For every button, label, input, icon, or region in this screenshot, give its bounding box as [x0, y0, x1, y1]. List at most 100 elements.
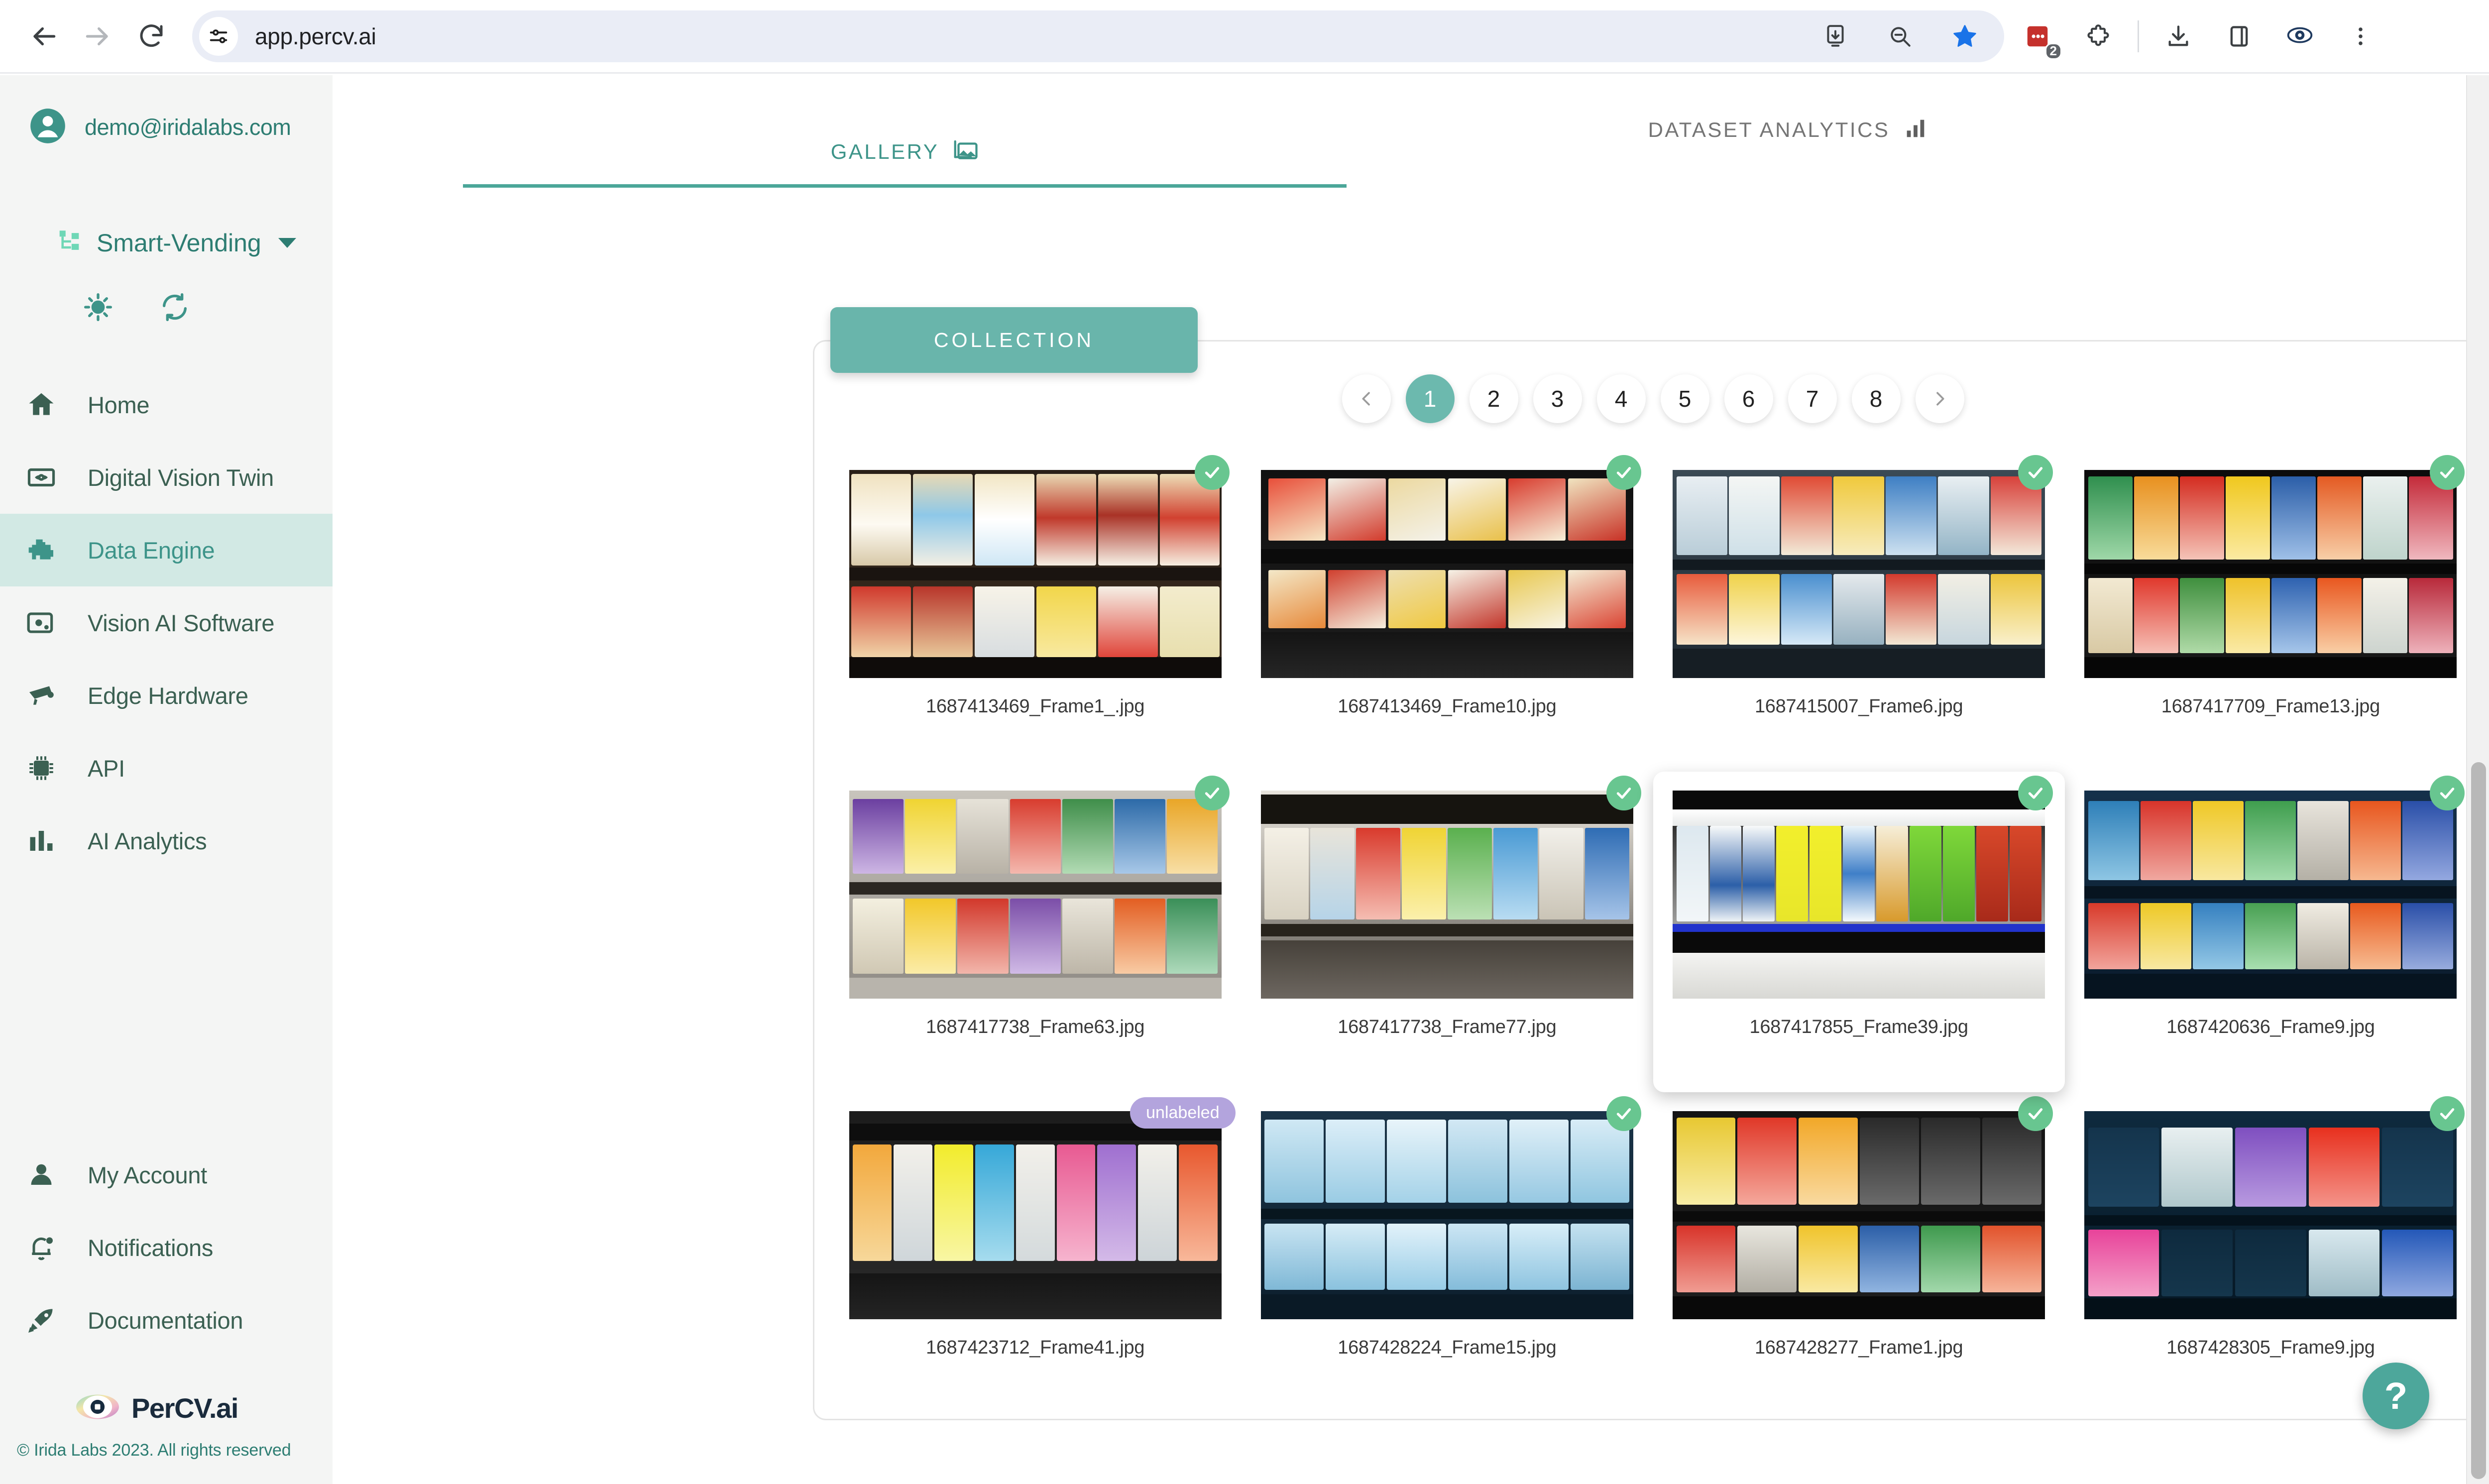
project-name: Smart-Vending [97, 228, 261, 257]
thumbnail-image[interactable] [849, 791, 1222, 999]
rocket-icon [23, 1302, 60, 1339]
thumbnail-image[interactable] [2084, 1111, 2457, 1319]
thumbnail-wrap[interactable] [1260, 776, 1641, 999]
install-app-icon[interactable] [1814, 15, 1857, 58]
thumbnail-image[interactable] [1260, 470, 1633, 678]
chevron-right-icon[interactable] [1915, 374, 1964, 423]
page-button-8[interactable]: 8 [1851, 374, 1901, 423]
scrollbar-thumb[interactable] [2471, 762, 2486, 1479]
gallery-item[interactable]: 1687428277_Frame1.jpg [1653, 1092, 2065, 1413]
page-scrollbar[interactable] [2466, 75, 2489, 1484]
thumbnail-wrap[interactable] [2084, 1096, 2465, 1319]
sidebar-item-my-account[interactable]: My Account [0, 1139, 333, 1211]
gallery-item[interactable]: 1687413469_Frame1_.jpg [829, 451, 1241, 772]
image-filename: 1687428305_Frame9.jpg [2166, 1337, 2375, 1358]
gallery-item[interactable]: unlabeled 1687423712_Frame41.jpg [829, 1092, 1241, 1413]
site-settings-icon[interactable] [199, 16, 238, 56]
browser-toolbar: app.percv.ai 2 [0, 0, 2489, 74]
tab-bar: GALLERY DATASET ANALYTICS [333, 75, 2489, 188]
thumbnail-wrap[interactable] [849, 455, 1230, 678]
gallery-item[interactable]: 1687417709_Frame13.jpg [2065, 451, 2477, 772]
thumbnail-image[interactable] [1673, 1111, 2045, 1319]
side-panel-icon[interactable] [2218, 15, 2261, 58]
thumbnail-wrap[interactable] [849, 776, 1230, 999]
page-button-1[interactable]: 1 [1405, 374, 1455, 423]
status-badge-labeled [2018, 1096, 2053, 1131]
status-badge-labeled [1606, 776, 1641, 810]
sidebar-item-label: My Account [88, 1161, 207, 1188]
irida-labs-extension-icon[interactable] [2278, 15, 2321, 58]
project-selector[interactable]: Smart-Vending [0, 227, 333, 258]
refresh-sync-icon[interactable] [159, 291, 191, 326]
gallery-item[interactable]: 1687428224_Frame15.jpg [1241, 1092, 1653, 1413]
forward-arrow-icon[interactable] [71, 9, 124, 63]
address-bar[interactable]: app.percv.ai [192, 10, 2004, 62]
sidebar-item-api[interactable]: API [0, 732, 333, 804]
chrome-menu-icon[interactable] [2339, 15, 2382, 58]
analytics-bar-icon [1903, 115, 1928, 144]
gallery-item[interactable]: 1687415007_Frame6.jpg [1653, 451, 2065, 772]
thumbnail-image[interactable] [849, 470, 1222, 678]
chip-icon [23, 750, 60, 787]
tab-gallery[interactable]: GALLERY [463, 137, 1347, 184]
engine-icon [23, 532, 60, 569]
page-button-7[interactable]: 7 [1788, 374, 1837, 423]
image-filename: 1687417738_Frame77.jpg [1338, 1017, 1557, 1037]
sidebar-item-digital-vision-twin[interactable]: Digital Vision Twin [0, 441, 333, 514]
extension-puzzle-icon[interactable] [2077, 15, 2120, 58]
sidebar-item-label: Notifications [88, 1234, 214, 1261]
gallery-item[interactable]: 1687417738_Frame77.jpg [1241, 772, 1653, 1092]
avatar [29, 107, 67, 147]
sidebar-item-home[interactable]: Home [0, 368, 333, 441]
gallery-item[interactable]: 1687428305_Frame9.jpg [2065, 1092, 2477, 1413]
sidebar-item-vision-ai-software[interactable]: Vision AI Software [0, 586, 333, 659]
zoom-out-icon[interactable] [1879, 15, 1922, 58]
chevron-down-icon[interactable] [278, 237, 296, 248]
gallery-item[interactable]: 1687413469_Frame10.jpg [1241, 451, 1653, 772]
sidebar-item-edge-hardware[interactable]: Edge Hardware [0, 659, 333, 732]
thumbnail-wrap[interactable] [2084, 455, 2465, 678]
back-arrow-icon[interactable] [17, 9, 71, 63]
sidebar-item-documentation[interactable]: Documentation [0, 1284, 333, 1357]
gallery-item[interactable]: 1687420636_Frame9.jpg [2065, 772, 2477, 1092]
page-button-6[interactable]: 6 [1724, 374, 1773, 423]
sun-icon[interactable] [82, 291, 114, 326]
collection-button[interactable]: COLLECTION [830, 307, 1198, 373]
thumbnail-image[interactable] [1260, 791, 1633, 999]
thumbnail-wrap[interactable] [1673, 776, 2053, 999]
thumbnail-image[interactable] [849, 1111, 1222, 1319]
status-badge-labeled [2018, 455, 2053, 490]
thumbnail-image[interactable] [1673, 791, 2045, 999]
page-button-5[interactable]: 5 [1660, 374, 1709, 423]
thumbnail-image[interactable] [2084, 470, 2457, 678]
gallery-grid: 1687413469_Frame1_.jpg 1687413469_Frame1… [814, 423, 2489, 1413]
page-button-2[interactable]: 2 [1469, 374, 1518, 423]
thumbnail-wrap[interactable] [1260, 455, 1641, 678]
page-button-3[interactable]: 3 [1533, 374, 1582, 423]
help-button[interactable]: ? [2363, 1363, 2429, 1429]
page-button-4[interactable]: 4 [1596, 374, 1646, 423]
thumbnail-image[interactable] [1260, 1111, 1633, 1319]
sidebar-item-notifications[interactable]: Notifications [0, 1211, 333, 1284]
thumbnail-wrap[interactable] [1673, 1096, 2053, 1319]
gallery-item[interactable]: 1687417738_Frame63.jpg [829, 772, 1241, 1092]
thumbnail-wrap[interactable] [1260, 1096, 1641, 1319]
thumbnail-image[interactable] [1673, 470, 2045, 678]
thumbnail-image[interactable] [2084, 791, 2457, 999]
extension-red-icon[interactable]: 2 [2016, 15, 2062, 60]
status-badge-labeled [2430, 1096, 2465, 1131]
tab-dataset-analytics[interactable]: DATASET ANALYTICS [1347, 93, 2230, 188]
thumbnail-wrap[interactable] [2084, 776, 2465, 999]
reload-icon[interactable] [124, 9, 178, 63]
bookmark-star-icon[interactable] [1943, 15, 1986, 58]
sidebar-item-data-engine[interactable]: Data Engine [0, 514, 333, 586]
status-badge-unlabeled: unlabeled [1130, 1097, 1236, 1129]
chevron-left-icon[interactable] [1342, 374, 1391, 423]
security-camera-icon [23, 677, 60, 714]
account-row[interactable]: demo@iridalabs.com [0, 75, 333, 147]
downloads-icon[interactable] [2157, 15, 2200, 58]
thumbnail-wrap[interactable]: unlabeled [849, 1097, 1236, 1319]
thumbnail-wrap[interactable] [1673, 455, 2053, 678]
gallery-item-selected[interactable]: 1687417855_Frame39.jpg [1653, 772, 2065, 1092]
sidebar-item-ai-analytics[interactable]: AI Analytics [0, 804, 333, 877]
